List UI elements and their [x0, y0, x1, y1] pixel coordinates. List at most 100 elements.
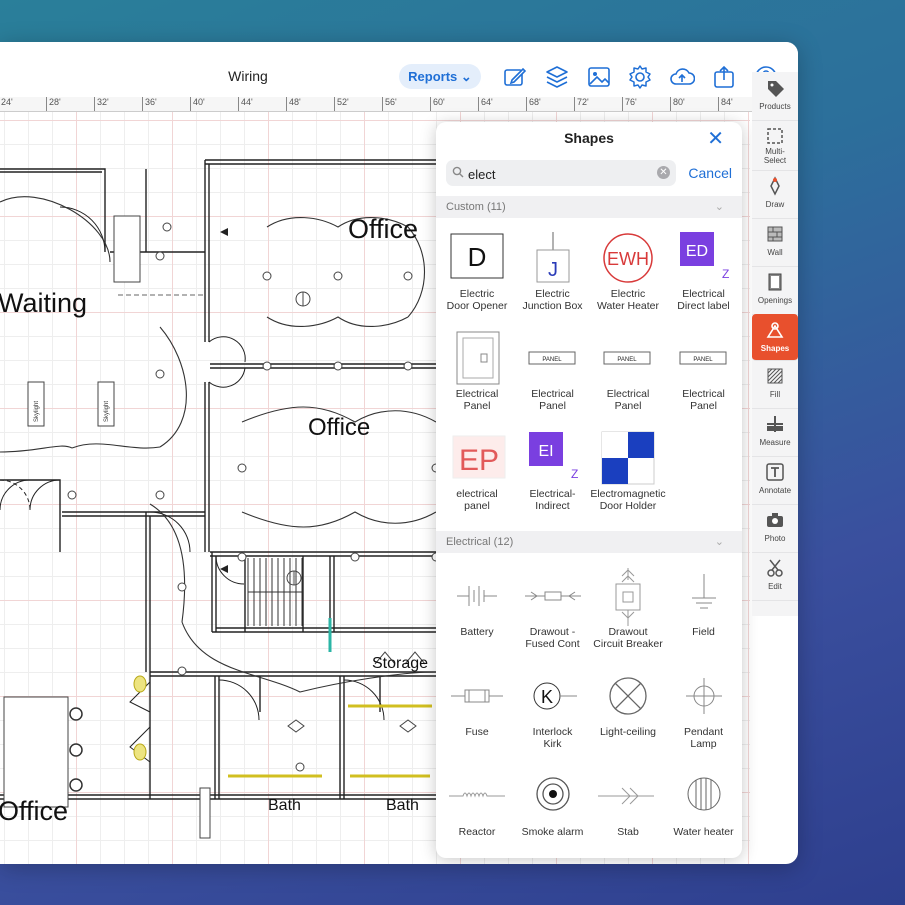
electrical-shape-tile[interactable]: Drawout Circuit Breaker: [590, 568, 666, 650]
ruler: 24' 28' 32' 36' 40' 44' 48' 52' 56' 60' 64' 68' 72' 7…: [0, 97, 798, 112]
shape-thumbnail: PANEL: [666, 330, 742, 388]
reports-label: Reports: [408, 69, 458, 84]
camera-icon: [767, 513, 783, 527]
electrical-shape-tile[interactable]: Reactor: [439, 768, 515, 838]
shape-label: Electrical Panel: [455, 388, 499, 412]
panel-title: Shapes: [564, 130, 614, 146]
sidebar-item-wall[interactable]: Wall: [752, 218, 798, 267]
shape-thumbnail: EP: [439, 430, 515, 488]
electrical-shape-tile[interactable]: K Interlock Kirk: [515, 668, 591, 750]
electrical-shape-tile[interactable]: Smoke alarm: [515, 768, 591, 838]
shape-glyph: EI: [538, 443, 553, 460]
sidebar-item-annotate[interactable]: Annotate: [752, 456, 798, 505]
custom-shape-tile[interactable]: D Electric Door Opener: [439, 230, 515, 312]
shape-label: Smoke alarm: [521, 826, 584, 838]
skylight-label: Skylight: [104, 401, 110, 422]
custom-shape-tile[interactable]: Electrical Panel: [439, 330, 515, 412]
reports-button[interactable]: Reports ⌄: [399, 64, 481, 89]
custom-shape-tile[interactable]: EP electrical panel: [439, 430, 515, 512]
sidebar-item-edit[interactable]: Edit: [752, 552, 798, 601]
shape-glyph: D: [468, 242, 487, 272]
ruler-tick: 56': [382, 97, 397, 111]
shape-thumbnail: [666, 568, 742, 626]
section-label: Electrical (12): [446, 536, 514, 548]
search-input[interactable]: [466, 163, 650, 185]
clear-search-icon[interactable]: ✕: [657, 166, 670, 179]
cancel-button[interactable]: Cancel: [688, 165, 732, 181]
shape-thumbnail: PANEL: [515, 330, 591, 388]
room-label-office-2: Office: [308, 414, 370, 441]
sidebar-item-label: Fill: [769, 390, 781, 399]
top-bar: Wiring Reports ⌄: [0, 42, 798, 97]
section-custom[interactable]: Custom (11) ⌄: [436, 196, 742, 218]
shape-thumbnail: [590, 668, 666, 726]
sidebar-item-multiselect[interactable]: Multi- Select: [752, 120, 798, 171]
shape-glyph: PANEL: [693, 357, 713, 363]
custom-shape-tile[interactable]: PANEL Electrical Panel: [590, 330, 666, 412]
ruler-tick: 72': [574, 97, 589, 111]
sidebar-item-draw[interactable]: Draw: [752, 170, 798, 219]
search-field[interactable]: ✕: [446, 160, 676, 186]
custom-shape-tile[interactable]: EWH Electric Water Heater: [590, 230, 666, 312]
shape-glyph: K: [540, 687, 552, 707]
sidebar-item-label: Openings: [757, 296, 793, 305]
sidebar-item-photo[interactable]: Photo: [752, 504, 798, 553]
room-label-office-3: Office: [0, 796, 68, 826]
ruler-tick: 44': [238, 97, 253, 111]
electrical-shape-tile[interactable]: Stab: [590, 768, 666, 838]
custom-shape-tile[interactable]: EI Z Electrical- Indirect: [515, 430, 591, 512]
shape-label: Drawout Circuit Breaker: [593, 626, 663, 650]
wall-icon: [767, 226, 783, 242]
ruler-tick: 84': [718, 97, 733, 111]
electrical-shape-tile[interactable]: Pendant Lamp: [666, 668, 742, 750]
sidebar-item-tag[interactable]: Products: [752, 72, 798, 121]
close-icon[interactable]: ✕: [707, 129, 724, 149]
shape-thumbnail: EWH: [590, 230, 666, 288]
shape-label: electrical panel: [456, 488, 498, 512]
shape-sub: Z: [571, 467, 578, 481]
custom-shape-tile[interactable]: Electromagnetic Door Holder: [590, 430, 666, 512]
sidebar-item-shapes[interactable]: Shapes: [752, 314, 798, 361]
sidebar-item-label: Annotate: [758, 486, 792, 495]
section-electrical[interactable]: Electrical (12) ⌄: [436, 531, 742, 553]
layers-icon[interactable]: [544, 64, 570, 90]
sidebar-item-openings[interactable]: Openings: [752, 266, 798, 315]
sidebar-item-fill[interactable]: Fill: [752, 360, 798, 409]
custom-shape-tile[interactable]: PANEL Electrical Panel: [515, 330, 591, 412]
ruler-tick: 48': [286, 97, 301, 111]
shape-thumbnail: D: [439, 230, 515, 288]
custom-shape-tile[interactable]: J Electric Junction Box: [515, 230, 591, 312]
sidebar-item-label: Edit: [768, 582, 782, 591]
electrical-shape-tile[interactable]: Drawout - Fused Cont: [515, 568, 591, 650]
electrical-shape-tile[interactable]: Fuse: [439, 668, 515, 738]
multi-select-icon: [767, 128, 783, 144]
custom-shape-tile[interactable]: PANEL Electrical Panel: [666, 330, 742, 412]
image-icon[interactable]: [586, 64, 612, 90]
shape-label: Electric Junction Box: [522, 288, 583, 312]
gear-icon[interactable]: [627, 64, 653, 90]
room-label-bath-1: Bath: [268, 797, 301, 814]
electrical-shape-tile[interactable]: Light-ceiling: [590, 668, 666, 738]
shape-glyph: ED: [685, 243, 707, 260]
sidebar-item-label: Products: [759, 102, 791, 111]
edit-icon[interactable]: [502, 64, 528, 90]
cloud-upload-icon[interactable]: [669, 64, 696, 90]
tool-sidebar: Products Multi- Select Draw Wall Opening…: [752, 72, 798, 616]
custom-shape-tile[interactable]: ED Z Electrical Direct label: [666, 230, 742, 312]
sidebar-item-measure[interactable]: Measure: [752, 408, 798, 457]
search-icon: [452, 166, 464, 178]
shape-thumbnail: EI Z: [515, 430, 591, 488]
electrical-shape-tile[interactable]: Water heater: [666, 768, 742, 838]
scissors-icon: [767, 559, 783, 577]
section-label: Custom (11): [446, 201, 506, 213]
electrical-shape-tile[interactable]: Field: [666, 568, 742, 638]
skylight-label: Skylight: [34, 401, 40, 422]
room-label-storage: Storage: [372, 655, 428, 672]
electrical-shape-tile[interactable]: Battery: [439, 568, 515, 638]
shapes-icon: [766, 322, 784, 338]
shape-label: Water heater: [673, 826, 734, 838]
ruler-tick: 80': [670, 97, 685, 111]
share-icon[interactable]: [711, 64, 737, 90]
shape-label: Electric Door Opener: [446, 288, 508, 312]
chevron-down-icon: ⌄: [460, 69, 472, 84]
